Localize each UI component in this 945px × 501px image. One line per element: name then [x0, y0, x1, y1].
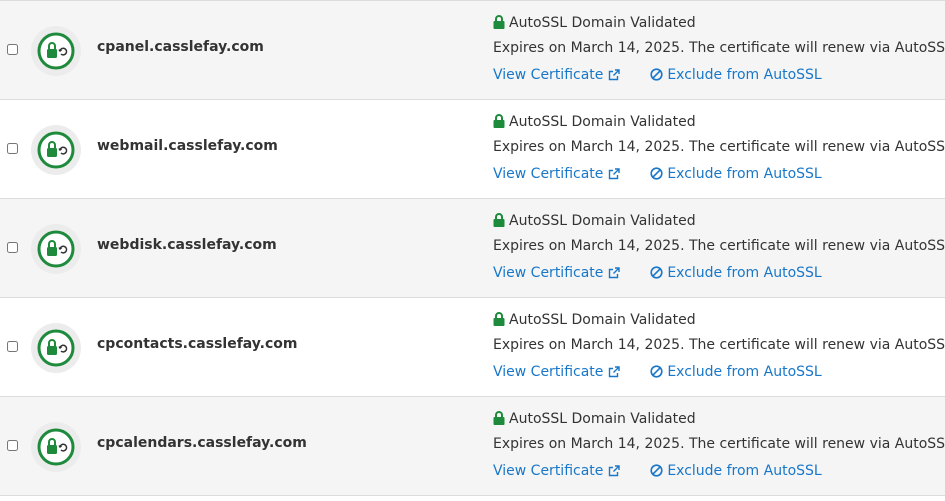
expiry-text: Expires on March 14, 2025. The certifica…: [493, 337, 945, 353]
ssl-lock-sync-icon: [31, 125, 81, 175]
ssl-lock-sync-icon: [31, 224, 81, 274]
row-actions: View Certificate Exclude from AutoSSL: [493, 165, 822, 184]
domain-name: cpanel.casslefay.com: [97, 39, 264, 55]
view-certificate-label: View Certificate: [493, 364, 604, 380]
lock-icon: [493, 411, 505, 425]
table-row: cpcalendars.casslefay.com AutoSSL Domain…: [0, 397, 945, 496]
external-link-icon: [608, 465, 620, 477]
external-link-icon: [608, 366, 620, 378]
view-certificate-link[interactable]: View Certificate: [493, 463, 620, 479]
table-row: cpcontacts.casslefay.com AutoSSL Domain …: [0, 298, 945, 397]
table-row: webmail.casslefay.com AutoSSL Domain Val…: [0, 100, 945, 199]
row-select-checkbox[interactable]: [7, 143, 18, 154]
exclude-from-autossl-link[interactable]: Exclude from AutoSSL: [650, 166, 822, 182]
exclude-label: Exclude from AutoSSL: [667, 166, 822, 182]
ssl-lock-sync-icon: [31, 26, 81, 76]
row-select-checkbox[interactable]: [7, 440, 18, 451]
exclude-from-autossl-link[interactable]: Exclude from AutoSSL: [650, 364, 822, 380]
expiry-text: Expires on March 14, 2025. The certifica…: [493, 40, 945, 56]
row-select-checkbox[interactable]: [7, 242, 18, 253]
table-row: cpanel.casslefay.com AutoSSL Domain Vali…: [0, 1, 945, 100]
exclude-from-autossl-link[interactable]: Exclude from AutoSSL: [650, 463, 822, 479]
expiry-text: Expires on March 14, 2025. The certifica…: [493, 139, 945, 155]
view-certificate-label: View Certificate: [493, 265, 604, 281]
external-link-icon: [608, 267, 620, 279]
exclude-from-autossl-link[interactable]: Exclude from AutoSSL: [650, 67, 822, 83]
expiry-text: Expires on March 14, 2025. The certifica…: [493, 436, 945, 452]
row-select-checkbox[interactable]: [7, 44, 18, 55]
status-text: AutoSSL Domain Validated: [493, 311, 696, 330]
lock-icon: [493, 312, 505, 326]
view-certificate-link[interactable]: View Certificate: [493, 166, 620, 182]
view-certificate-link[interactable]: View Certificate: [493, 265, 620, 281]
ssl-lock-sync-icon: [31, 323, 81, 373]
row-actions: View Certificate Exclude from AutoSSL: [493, 462, 822, 481]
status-label: AutoSSL Domain Validated: [509, 213, 696, 229]
exclude-from-autossl-link[interactable]: Exclude from AutoSSL: [650, 265, 822, 281]
external-link-icon: [608, 69, 620, 81]
ssl-domain-list: cpanel.casslefay.com AutoSSL Domain Vali…: [0, 0, 945, 496]
domain-name: webdisk.casslefay.com: [97, 237, 277, 253]
exclude-label: Exclude from AutoSSL: [667, 67, 822, 83]
view-certificate-link[interactable]: View Certificate: [493, 67, 620, 83]
lock-icon: [493, 114, 505, 128]
view-certificate-label: View Certificate: [493, 463, 604, 479]
ban-icon: [650, 167, 663, 180]
status-text: AutoSSL Domain Validated: [493, 212, 696, 231]
exclude-label: Exclude from AutoSSL: [667, 265, 822, 281]
view-certificate-link[interactable]: View Certificate: [493, 364, 620, 380]
ban-icon: [650, 365, 663, 378]
domain-name: cpcalendars.casslefay.com: [97, 435, 307, 451]
ban-icon: [650, 464, 663, 477]
lock-icon: [493, 213, 505, 227]
domain-name: webmail.casslefay.com: [97, 138, 278, 154]
view-certificate-label: View Certificate: [493, 166, 604, 182]
status-text: AutoSSL Domain Validated: [493, 14, 696, 33]
lock-icon: [493, 15, 505, 29]
status-label: AutoSSL Domain Validated: [509, 312, 696, 328]
table-row: webdisk.casslefay.com AutoSSL Domain Val…: [0, 199, 945, 298]
external-link-icon: [608, 168, 620, 180]
ban-icon: [650, 266, 663, 279]
status-text: AutoSSL Domain Validated: [493, 113, 696, 132]
status-text: AutoSSL Domain Validated: [493, 410, 696, 429]
exclude-label: Exclude from AutoSSL: [667, 364, 822, 380]
row-actions: View Certificate Exclude from AutoSSL: [493, 66, 822, 85]
ban-icon: [650, 68, 663, 81]
row-actions: View Certificate Exclude from AutoSSL: [493, 363, 822, 382]
status-label: AutoSSL Domain Validated: [509, 114, 696, 130]
status-label: AutoSSL Domain Validated: [509, 15, 696, 31]
row-select-checkbox[interactable]: [7, 341, 18, 352]
domain-name: cpcontacts.casslefay.com: [97, 336, 298, 352]
exclude-label: Exclude from AutoSSL: [667, 463, 822, 479]
status-label: AutoSSL Domain Validated: [509, 411, 696, 427]
view-certificate-label: View Certificate: [493, 67, 604, 83]
row-actions: View Certificate Exclude from AutoSSL: [493, 264, 822, 283]
expiry-text: Expires on March 14, 2025. The certifica…: [493, 238, 945, 254]
ssl-lock-sync-icon: [31, 422, 81, 472]
